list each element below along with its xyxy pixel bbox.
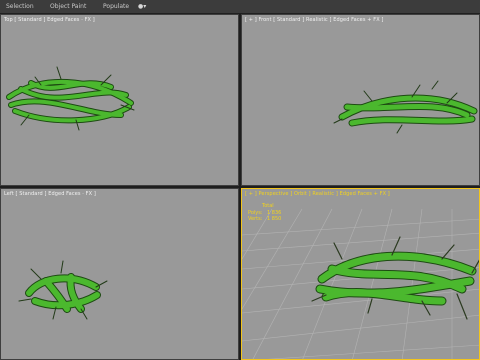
viewport-left[interactable]: Left [ Standard ] Edged Faces · FX ] xyxy=(0,188,239,360)
viewport-perspective-label[interactable]: [ + ] Perspective ] Orbit ] Realistic ] … xyxy=(245,191,390,197)
menu-selection[interactable]: Selection xyxy=(6,2,34,11)
thorn-crown-top-view xyxy=(6,66,135,131)
thorn-crown-front-view xyxy=(333,80,478,134)
menu-object-paint[interactable]: Object Paint xyxy=(50,2,86,11)
stats-value: 1 850 xyxy=(267,216,282,222)
thorn-crown-left-view xyxy=(18,260,108,320)
menu-bar: Selection Object Paint Populate ●▾ xyxy=(0,0,480,14)
stats-row-verts: Verts: 1 850 xyxy=(248,216,281,223)
viewport-front[interactable]: [ + ] Front [ Standard ] Realistic ] Edg… xyxy=(241,14,480,186)
viewport-top[interactable]: Top [ Standard ] Edged Faces · FX ] xyxy=(0,14,239,186)
statistics-overlay: Total Polys: 1 836 Verts: 1 850 xyxy=(248,203,281,223)
viewport-perspective[interactable]: [ + ] Perspective ] Orbit ] Realistic ] … xyxy=(241,188,480,360)
stats-key: Verts: xyxy=(248,216,263,222)
menu-populate[interactable]: Populate xyxy=(103,2,129,11)
teapot-icon[interactable]: ●▾ xyxy=(138,2,146,11)
